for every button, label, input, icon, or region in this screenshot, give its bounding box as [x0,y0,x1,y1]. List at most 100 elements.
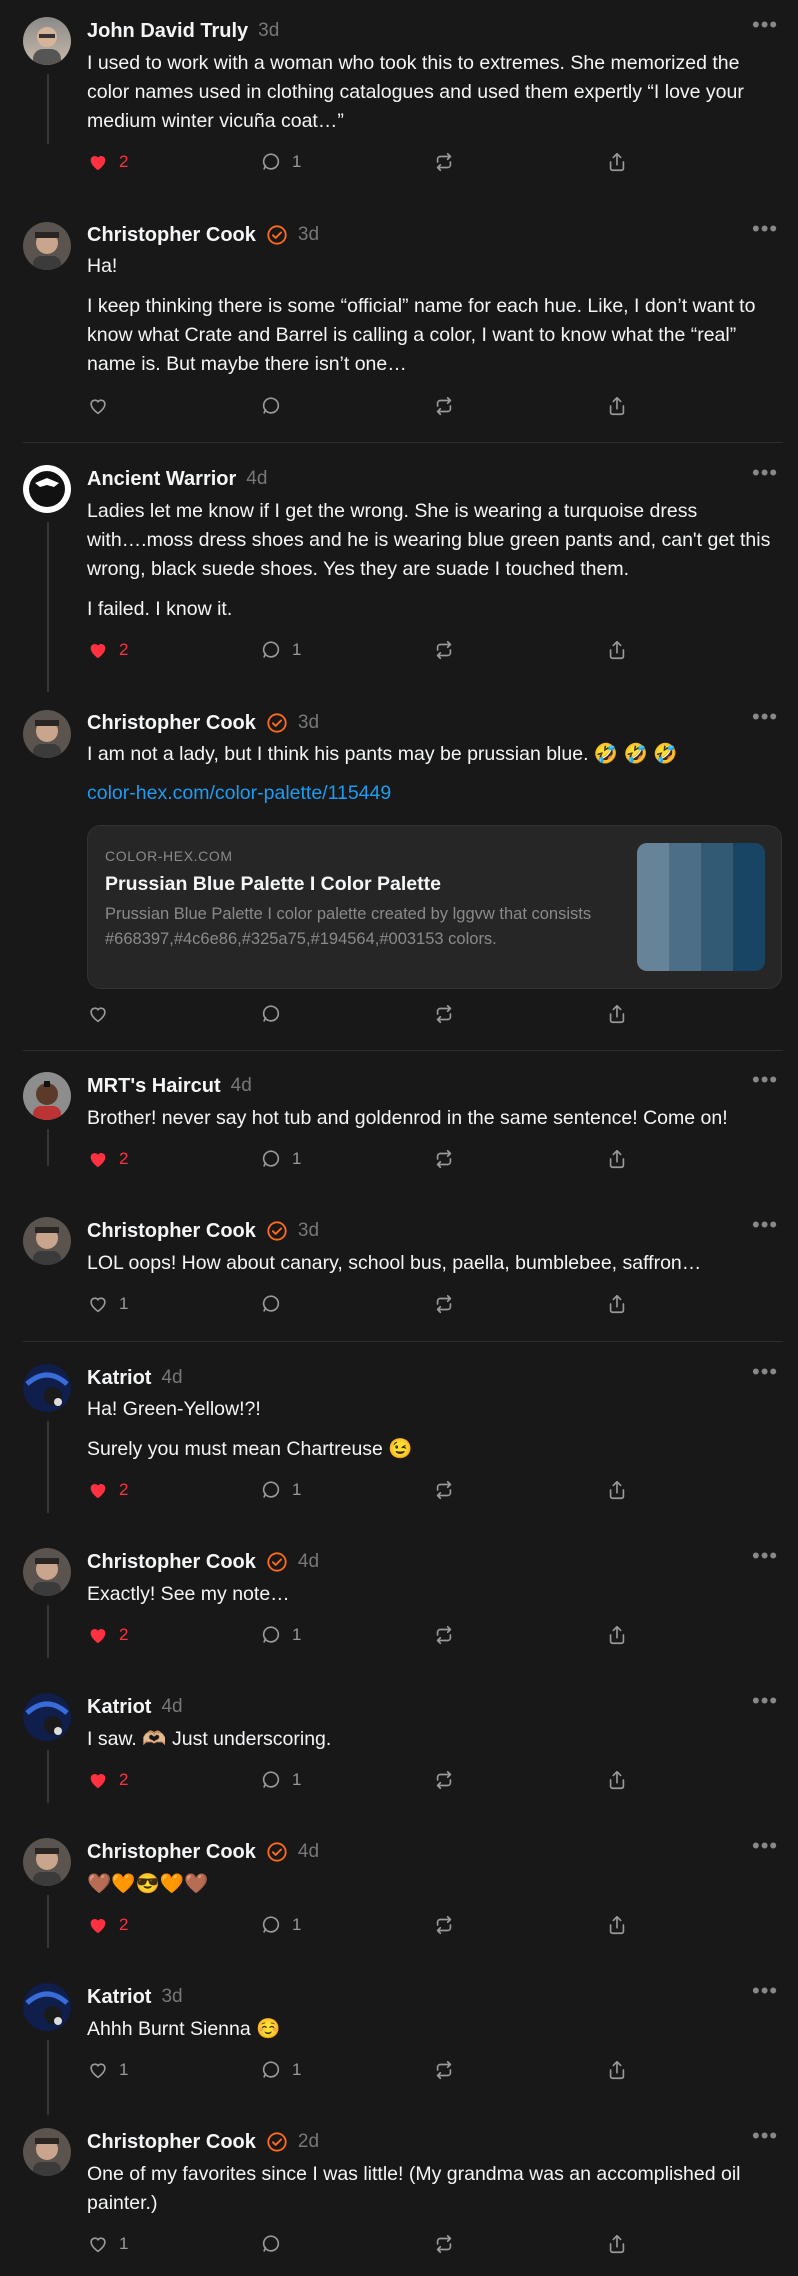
author-name[interactable]: Christopher Cook [87,1841,256,1864]
author[interactable]: Katriot 4d [87,1694,183,1720]
share-button[interactable] [606,1621,628,1649]
action-bar: 1 1 [87,2056,647,2084]
reply-button[interactable] [260,1000,282,1028]
like-button[interactable]: 2 [87,1621,128,1649]
author-name[interactable]: Christopher Cook [87,224,256,247]
like-button[interactable]: 1 [87,2056,128,2084]
reply-button[interactable]: 1 [260,636,301,664]
author[interactable]: Christopher Cook 2d [87,2129,319,2155]
like-button[interactable]: 2 [87,148,128,176]
repost-button[interactable] [433,392,455,420]
author[interactable]: Christopher Cook 3d [87,710,319,736]
more-icon[interactable]: ••• [752,1069,778,1099]
more-icon[interactable]: ••• [752,14,778,44]
author[interactable]: Ancient Warrior 4d [87,466,267,492]
author[interactable]: MRT's Haircut 4d [87,1073,252,1099]
like-button[interactable]: 2 [87,1911,128,1939]
more-icon[interactable]: ••• [752,1980,778,2010]
avatar[interactable] [23,1838,71,1886]
more-icon[interactable]: ••• [752,218,778,248]
author-name[interactable]: MRT's Haircut [87,1075,221,1098]
avatar[interactable] [23,465,71,513]
author[interactable]: Katriot 4d [87,1365,183,1391]
share-button[interactable] [606,1145,628,1173]
more-icon[interactable]: ••• [752,1690,778,1720]
like-button[interactable]: 2 [87,1476,128,1504]
author[interactable]: Christopher Cook 3d [87,1218,319,1244]
like-button[interactable] [87,1000,109,1028]
avatar[interactable] [23,17,71,65]
thread-separator [23,1341,783,1342]
repost-button[interactable] [433,1911,455,1939]
reply-button[interactable]: 1 [260,1911,301,1939]
reply-button[interactable]: 1 [260,148,301,176]
author-name[interactable]: Christopher Cook [87,712,256,735]
repost-button[interactable] [433,2230,455,2258]
share-button[interactable] [606,1911,628,1939]
like-button[interactable]: 2 [87,1145,128,1173]
share-button[interactable] [606,636,628,664]
reply-button[interactable] [260,1290,282,1318]
author-name[interactable]: Katriot [87,1986,151,2009]
author-name[interactable]: Christopher Cook [87,2131,256,2154]
repost-button[interactable] [433,148,455,176]
share-button[interactable] [606,2230,628,2258]
more-icon[interactable]: ••• [752,1361,778,1391]
author[interactable]: John David Truly 3d [87,18,279,44]
like-button[interactable]: 1 [87,2230,128,2258]
author-name[interactable]: Ancient Warrior [87,468,236,491]
avatar[interactable] [23,2128,71,2176]
post-link[interactable]: color-hex.com/color-palette/115449 [87,782,391,805]
avatar[interactable] [23,1693,71,1741]
share-button[interactable] [606,392,628,420]
repost-button[interactable] [433,636,455,664]
author-name[interactable]: Katriot [87,1367,151,1390]
more-icon[interactable]: ••• [752,1214,778,1244]
share-button[interactable] [606,1000,628,1028]
reply-button[interactable] [260,2230,282,2258]
avatar[interactable] [23,710,71,758]
link-preview-card[interactable]: COLOR-HEX.COM Prussian Blue Palette I Co… [87,825,782,989]
repost-button[interactable] [433,1145,455,1173]
avatar[interactable] [23,1983,71,2031]
more-icon[interactable]: ••• [752,462,778,492]
author-name[interactable]: John David Truly [87,20,248,43]
avatar[interactable] [23,1364,71,1412]
author[interactable]: Christopher Cook 4d [87,1839,319,1865]
author[interactable]: Katriot 3d [87,1984,183,2010]
share-button[interactable] [606,1766,628,1794]
share-button[interactable] [606,1476,628,1504]
like-button[interactable]: 2 [87,636,128,664]
like-button[interactable] [87,392,109,420]
reply-button[interactable]: 1 [260,2056,301,2084]
reply-button[interactable]: 1 [260,1621,301,1649]
repost-button[interactable] [433,2056,455,2084]
reply-button[interactable] [260,392,282,420]
author-name[interactable]: Christopher Cook [87,1220,256,1243]
more-icon[interactable]: ••• [752,706,778,736]
reply-button[interactable]: 1 [260,1766,301,1794]
avatar[interactable] [23,222,71,270]
reply-button[interactable]: 1 [260,1476,301,1504]
share-button[interactable] [606,2056,628,2084]
reply-button[interactable]: 1 [260,1145,301,1173]
avatar[interactable] [23,1548,71,1596]
share-button[interactable] [606,1290,628,1318]
like-button[interactable]: 1 [87,1290,128,1318]
avatar[interactable] [23,1217,71,1265]
repost-button[interactable] [433,1621,455,1649]
repost-button[interactable] [433,1290,455,1318]
repost-button[interactable] [433,1476,455,1504]
share-button[interactable] [606,148,628,176]
author[interactable]: Christopher Cook 4d [87,1549,319,1575]
more-icon[interactable]: ••• [752,1835,778,1865]
author-name[interactable]: Katriot [87,1696,151,1719]
avatar[interactable] [23,1072,71,1120]
more-icon[interactable]: ••• [752,1545,778,1575]
more-icon[interactable]: ••• [752,2125,778,2155]
author-name[interactable]: Christopher Cook [87,1551,256,1574]
repost-button[interactable] [433,1766,455,1794]
author[interactable]: Christopher Cook 3d [87,222,319,248]
like-button[interactable]: 2 [87,1766,128,1794]
repost-button[interactable] [433,1000,455,1028]
